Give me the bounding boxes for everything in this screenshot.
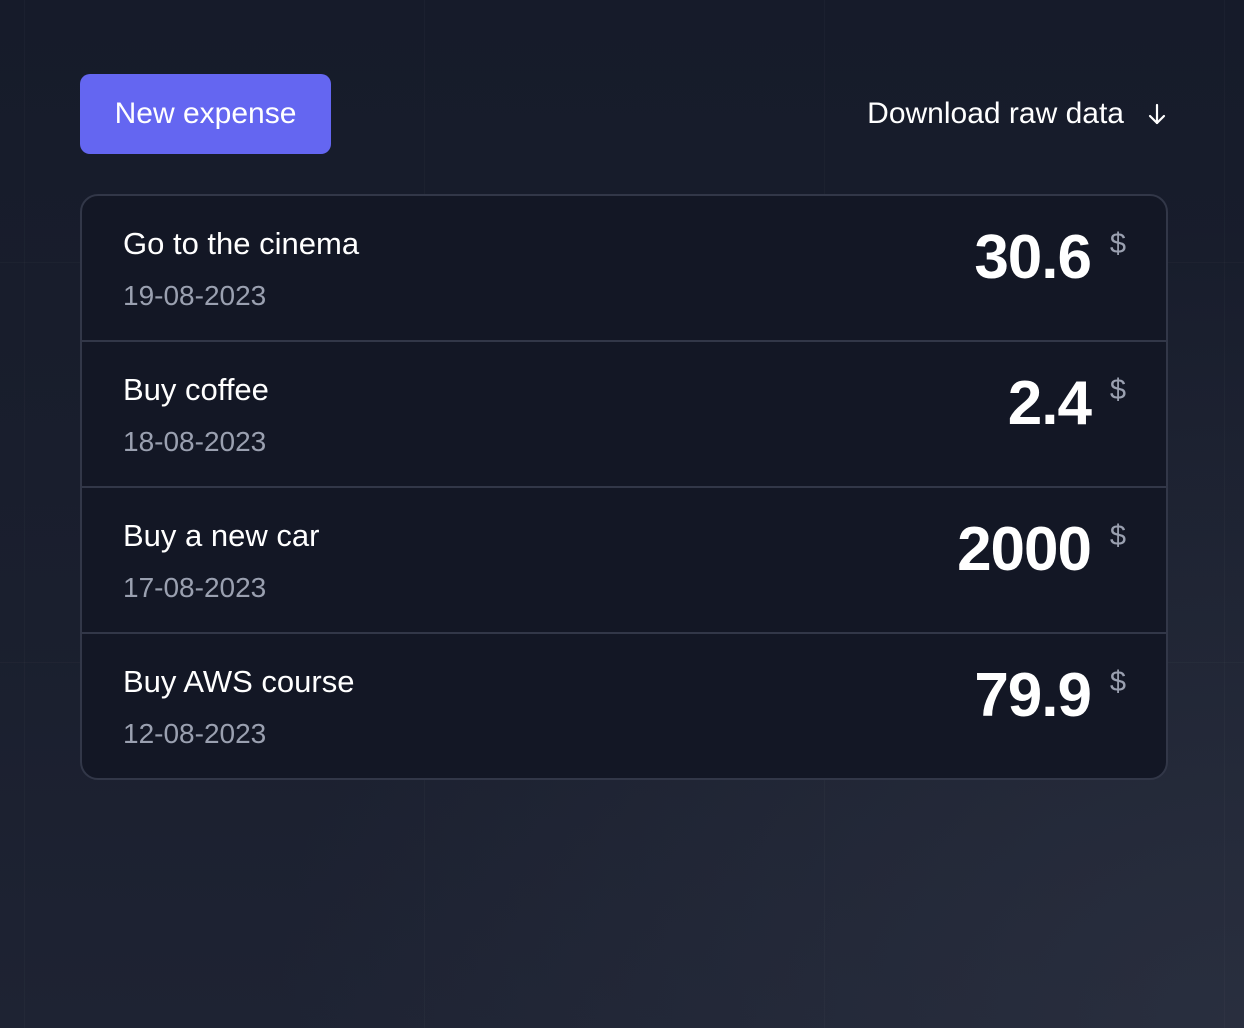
background-gridline: [1224, 0, 1225, 1028]
background-gridline: [24, 0, 25, 1028]
currency-symbol: $: [1109, 666, 1126, 698]
expense-row[interactable]: Buy a new car 17-08-2023 2000 $: [82, 488, 1166, 634]
toolbar: New expense Download raw data: [80, 74, 1168, 154]
expense-title: Go to the cinema: [123, 226, 360, 261]
new-expense-button[interactable]: New expense: [80, 74, 331, 154]
download-raw-data-label: Download raw data: [867, 97, 1124, 130]
arrow-down-icon: [1146, 102, 1168, 126]
expense-date: 12-08-2023: [123, 718, 267, 749]
download-raw-data-link[interactable]: Download raw data: [867, 74, 1168, 154]
expense-row[interactable]: Go to the cinema 19-08-2023 30.6 $: [82, 196, 1166, 342]
currency-symbol: $: [1109, 374, 1126, 406]
expense-date: 17-08-2023: [123, 572, 267, 603]
currency-symbol: $: [1109, 520, 1126, 552]
expense-title: Buy AWS course: [123, 664, 355, 699]
expense-row[interactable]: Buy coffee 18-08-2023 2.4 $: [82, 342, 1166, 488]
expense-date: 18-08-2023: [123, 426, 267, 457]
expense-amount: 2000: [957, 515, 1092, 584]
expense-amount: 79.9: [974, 661, 1092, 730]
expense-row[interactable]: Buy AWS course 12-08-2023 79.9 $: [82, 634, 1166, 778]
expense-date: 19-08-2023: [123, 280, 267, 311]
expense-amount: 2.4: [1007, 369, 1092, 438]
expense-title: Buy a new car: [123, 518, 320, 553]
expense-list: Go to the cinema 19-08-2023 30.6 $ Buy c…: [80, 194, 1168, 780]
currency-symbol: $: [1109, 228, 1126, 260]
expense-amount: 30.6: [974, 223, 1092, 292]
expense-title: Buy coffee: [123, 372, 269, 407]
